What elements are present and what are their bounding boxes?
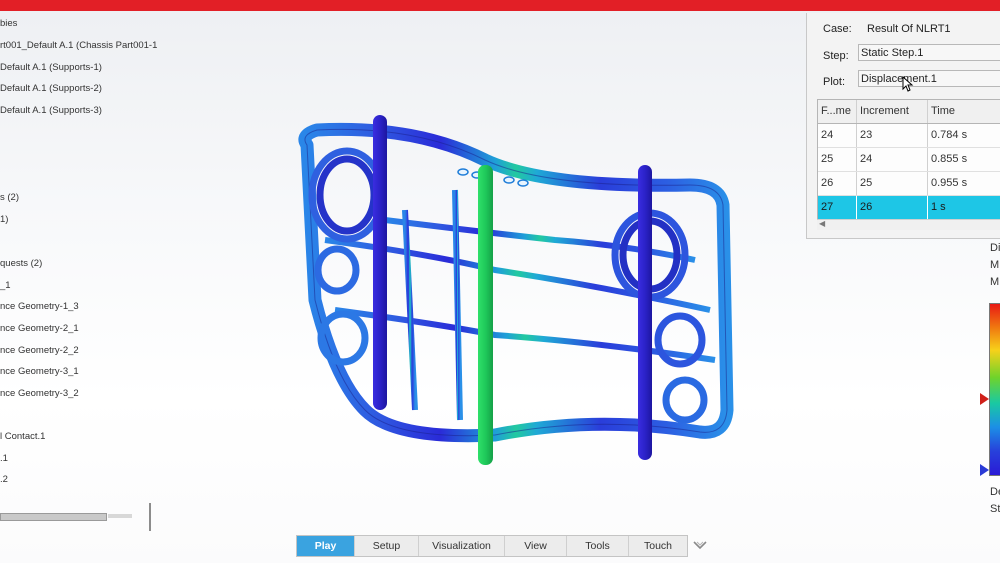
tree-item[interactable]: Default A.1 (Supports-2) <box>0 83 102 94</box>
animation-panel: Case: Result Of NLRT1 Step: Static Step.… <box>806 13 1000 239</box>
tree-item[interactable]: nce Geometry-1_3 <box>0 301 79 312</box>
frames-table: F...me Increment Time 24 23 0.784 s 25 2… <box>817 99 1000 220</box>
tab-touch[interactable]: Touch <box>629 536 687 556</box>
tree-item[interactable]: Default A.1 (Supports-3) <box>0 105 102 116</box>
table-horizontal-scrollbar[interactable]: ◀ <box>817 219 1000 230</box>
step-label: Step: <box>823 50 849 62</box>
action-bar: Play Setup Visualization View Tools Touc… <box>296 535 688 557</box>
plot-label: Plot: <box>823 76 846 88</box>
cell-increment: 26 <box>857 196 928 219</box>
step-dropdown[interactable]: Static Step.1 <box>858 44 1000 61</box>
collapse-chevron-icon[interactable] <box>692 537 708 553</box>
tree-item[interactable]: quests (2) <box>0 258 42 269</box>
tree-item[interactable]: _1 <box>0 280 11 291</box>
cell-time: 0.784 s <box>931 129 968 141</box>
legend-title-line: M <box>990 259 1000 271</box>
case-value: Result Of NLRT1 <box>867 23 951 35</box>
tree-horizontal-scrollbar[interactable] <box>0 511 135 521</box>
tab-tools[interactable]: Tools <box>567 536 629 556</box>
tree-item[interactable]: nce Geometry-2_1 <box>0 323 79 334</box>
column-header-time[interactable]: Time <box>928 100 1000 123</box>
cell-time: 0.955 s <box>931 177 968 189</box>
tab-play[interactable]: Play <box>297 536 355 556</box>
cell-frame: 25 <box>818 148 857 171</box>
scroll-left-icon[interactable]: ◀ <box>819 219 825 228</box>
cell-frame: 26 <box>818 172 857 195</box>
tree-item[interactable]: 1) <box>0 214 8 225</box>
tab-view[interactable]: View <box>505 536 567 556</box>
tab-setup[interactable]: Setup <box>355 536 419 556</box>
cell-frame: 27 <box>818 196 857 219</box>
case-label: Case: <box>823 23 852 35</box>
table-row[interactable]: 26 25 0.955 s <box>818 172 1000 196</box>
tree-item[interactable]: nce Geometry-3_1 <box>0 366 79 377</box>
tree-item[interactable]: nce Geometry-2_2 <box>0 345 79 356</box>
tree-divider[interactable] <box>149 503 151 531</box>
tree-item[interactable]: .1 <box>0 453 8 464</box>
cell-increment: 23 <box>857 124 928 147</box>
table-header: F...me Increment Time <box>818 99 1000 124</box>
tree-item[interactable]: bies <box>0 18 17 29</box>
column-header-frame[interactable]: F...me <box>818 100 857 123</box>
tree-item[interactable]: Default A.1 (Supports-1) <box>0 62 102 73</box>
legend-title-line: Di <box>990 242 1000 254</box>
plot-dropdown[interactable]: Displacement.1 <box>858 70 1000 87</box>
legend-footer-line: De <box>990 486 1000 498</box>
legend-color-bar[interactable] <box>989 303 1000 476</box>
chassis-model[interactable] <box>295 110 735 465</box>
cell-time: 1 s <box>931 201 946 213</box>
table-row[interactable]: 24 23 0.784 s <box>818 124 1000 148</box>
tree-item[interactable]: .2 <box>0 474 8 485</box>
table-row[interactable]: 25 24 0.855 s <box>818 148 1000 172</box>
legend-min-marker-icon[interactable] <box>980 464 989 476</box>
cell-increment: 24 <box>857 148 928 171</box>
tree-item[interactable]: s (2) <box>0 192 19 203</box>
legend-footer-line: St <box>990 503 1000 515</box>
scrollbar-track[interactable] <box>0 513 107 521</box>
legend-max-marker-icon[interactable] <box>980 393 989 405</box>
cell-increment: 25 <box>857 172 928 195</box>
tree-item[interactable]: l Contact.1 <box>0 431 45 442</box>
tab-visualization[interactable]: Visualization <box>419 536 505 556</box>
tree-item[interactable]: rt001_Default A.1 (Chassis Part001-1 <box>0 40 157 51</box>
cell-time: 0.855 s <box>931 153 968 165</box>
table-row-selected[interactable]: 27 26 1 s <box>818 196 1000 220</box>
cell-frame: 24 <box>818 124 857 147</box>
legend-title-line: M <box>990 276 1000 288</box>
scrollbar-thumb[interactable] <box>108 514 132 518</box>
app-title-bar <box>0 0 1000 11</box>
tree-item[interactable]: nce Geometry-3_2 <box>0 388 79 399</box>
column-header-increment[interactable]: Increment <box>857 100 928 123</box>
mouse-cursor-icon <box>902 76 914 92</box>
